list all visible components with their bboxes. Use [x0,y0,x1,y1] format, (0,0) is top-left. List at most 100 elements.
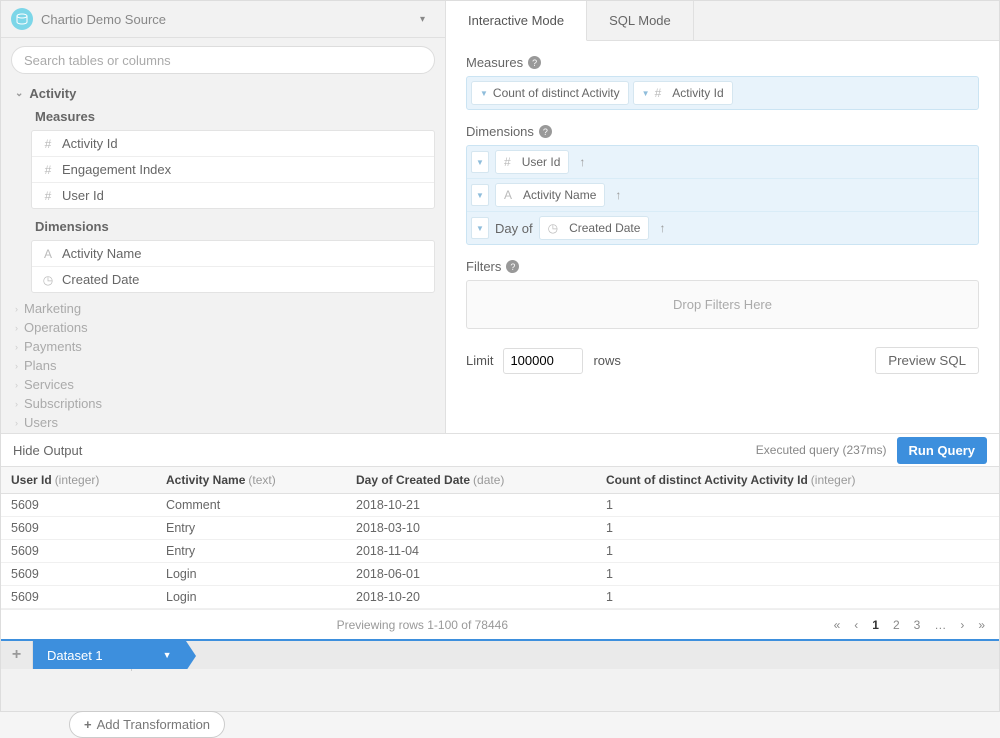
dimension-row[interactable]: ▼ #User Id ↑ [467,146,978,179]
page-link[interactable]: » [976,618,987,632]
source-selector[interactable]: Chartio Demo Source ▾ [1,1,445,38]
chevron-right-icon: › [15,323,18,333]
chevron-down-icon[interactable]: ▼ [471,184,489,206]
table-row: 5609Login2018-10-201 [1,586,999,609]
tab-interactive-mode[interactable]: Interactive Mode [446,1,587,41]
add-transformation-button[interactable]: + Add Transformation [69,711,225,738]
source-name: Chartio Demo Source [41,12,420,27]
field-item[interactable]: AActivity Name [32,241,434,267]
preview-sql-button[interactable]: Preview SQL [875,347,979,374]
field-item[interactable]: #Engagement Index [32,157,434,183]
table-users[interactable]: ›Users [15,413,435,432]
type-icon: # [655,86,662,100]
dimension-pill[interactable]: ◷Created Date [539,216,650,240]
help-icon[interactable]: ? [528,56,541,69]
plus-icon: + [12,646,21,664]
dimensions-heading: Dimensions [11,215,435,238]
table-subscriptions[interactable]: ›Subscriptions [15,394,435,413]
help-icon[interactable]: ? [539,125,552,138]
chevron-right-icon: › [15,380,18,390]
dimension-pill[interactable]: AActivity Name [495,183,605,207]
chevron-down-icon[interactable]: ▼ [471,217,489,239]
field-item[interactable]: ◷Created Date [32,267,434,292]
chevron-down-icon: ▼ [480,89,488,98]
column-header[interactable]: Activity Name (text) [166,473,356,487]
pipeline-connector [131,669,132,671]
page-link[interactable]: ‹ [852,618,860,632]
chevron-right-icon: › [15,361,18,371]
help-icon[interactable]: ? [506,260,519,273]
schema-sidebar: Chartio Demo Source ▾ ⌄ Activity Measure… [1,1,446,433]
dimension-row[interactable]: ▼Day of◷Created Date↑ [467,212,978,244]
sort-asc-icon[interactable]: ↑ [575,155,589,169]
page-link[interactable]: « [832,618,843,632]
results-table-body: 5609Comment2018-10-2115609Entry2018-03-1… [1,494,999,609]
table-activity[interactable]: ⌄ Activity [11,82,435,105]
page-link[interactable]: … [932,618,948,632]
search-input[interactable] [11,46,435,74]
measures-label: Measures ? [466,55,979,70]
chevron-right-icon: › [15,418,18,428]
tab-sql-mode[interactable]: SQL Mode [587,1,694,40]
results-table-header: User Id (integer)Activity Name (text)Day… [1,467,999,494]
chevron-down-icon: ▼ [642,89,650,98]
execution-info: Executed query (237ms) [756,443,887,457]
column-header[interactable]: Count of distinct Activity Activity Id (… [606,473,989,487]
hide-output-toggle[interactable]: Hide Output [13,443,82,458]
type-icon: A [504,188,512,202]
filters-label: Filters ? [466,259,979,274]
column-header[interactable]: Day of Created Date (date) [356,473,606,487]
type-icon: A [40,247,56,261]
plus-icon: + [84,717,92,732]
filters-drop-zone[interactable]: Drop Filters Here [466,280,979,329]
page-link[interactable]: 3 [912,618,923,632]
dataset-tab[interactable]: Dataset 1 ▼ [33,641,186,669]
chevron-down-icon: ▼ [163,650,172,660]
type-icon: # [40,137,56,151]
sort-asc-icon[interactable]: ↑ [655,221,669,235]
field-item[interactable]: #Activity Id [32,131,434,157]
table-row: 5609Entry2018-11-041 [1,540,999,563]
table-row: 5609Entry2018-03-101 [1,517,999,540]
chevron-right-icon: › [15,399,18,409]
table-marketing[interactable]: ›Marketing [15,299,435,318]
table-plans[interactable]: ›Plans [15,356,435,375]
measures-drop-zone[interactable]: ▼Count of distinct Activity▼#Activity Id [466,76,979,110]
type-icon: ◷ [548,221,558,235]
table-row: 5609Comment2018-10-211 [1,494,999,517]
pagination: « ‹ 123 … › » [832,618,987,632]
measure-pill[interactable]: ▼Count of distinct Activity [471,81,629,105]
limit-input[interactable] [503,348,583,374]
table-services[interactable]: ›Services [15,375,435,394]
table-operations[interactable]: ›Operations [15,318,435,337]
page-link[interactable]: 2 [891,618,902,632]
rows-label: rows [593,353,620,368]
add-dataset-button[interactable]: + [1,641,33,669]
field-item[interactable]: #User Id [32,183,434,208]
dimensions-label: Dimensions ? [466,124,979,139]
page-link[interactable]: 1 [870,618,881,632]
column-header[interactable]: User Id (integer) [11,473,166,487]
limit-label: Limit [466,353,493,368]
type-icon: # [40,163,56,177]
dimension-row[interactable]: ▼ AActivity Name ↑ [467,179,978,212]
type-icon: ◷ [40,273,56,287]
measure-pill[interactable]: ▼#Activity Id [633,81,733,105]
table-row: 5609Login2018-06-011 [1,563,999,586]
type-icon: # [504,155,511,169]
chevron-right-icon: › [15,342,18,352]
dimensions-drop-zone[interactable]: ▼#User Id↑▼AActivity Name↑▼Day of◷Create… [466,145,979,245]
mode-tabs: Interactive Mode SQL Mode [446,1,999,41]
measures-heading: Measures [11,105,435,128]
type-icon: # [40,189,56,203]
page-link[interactable]: › [958,618,966,632]
dimension-pill[interactable]: #User Id [495,150,569,174]
source-icon [11,8,33,30]
sort-asc-icon[interactable]: ↑ [611,188,625,202]
preview-summary: Previewing rows 1-100 of 78446 [13,618,832,632]
chevron-down-icon: ⌄ [15,88,23,99]
run-query-button[interactable]: Run Query [897,437,987,464]
table-payments[interactable]: ›Payments [15,337,435,356]
chevron-down-icon[interactable]: ▼ [471,151,489,173]
chevron-right-icon: › [15,304,18,314]
